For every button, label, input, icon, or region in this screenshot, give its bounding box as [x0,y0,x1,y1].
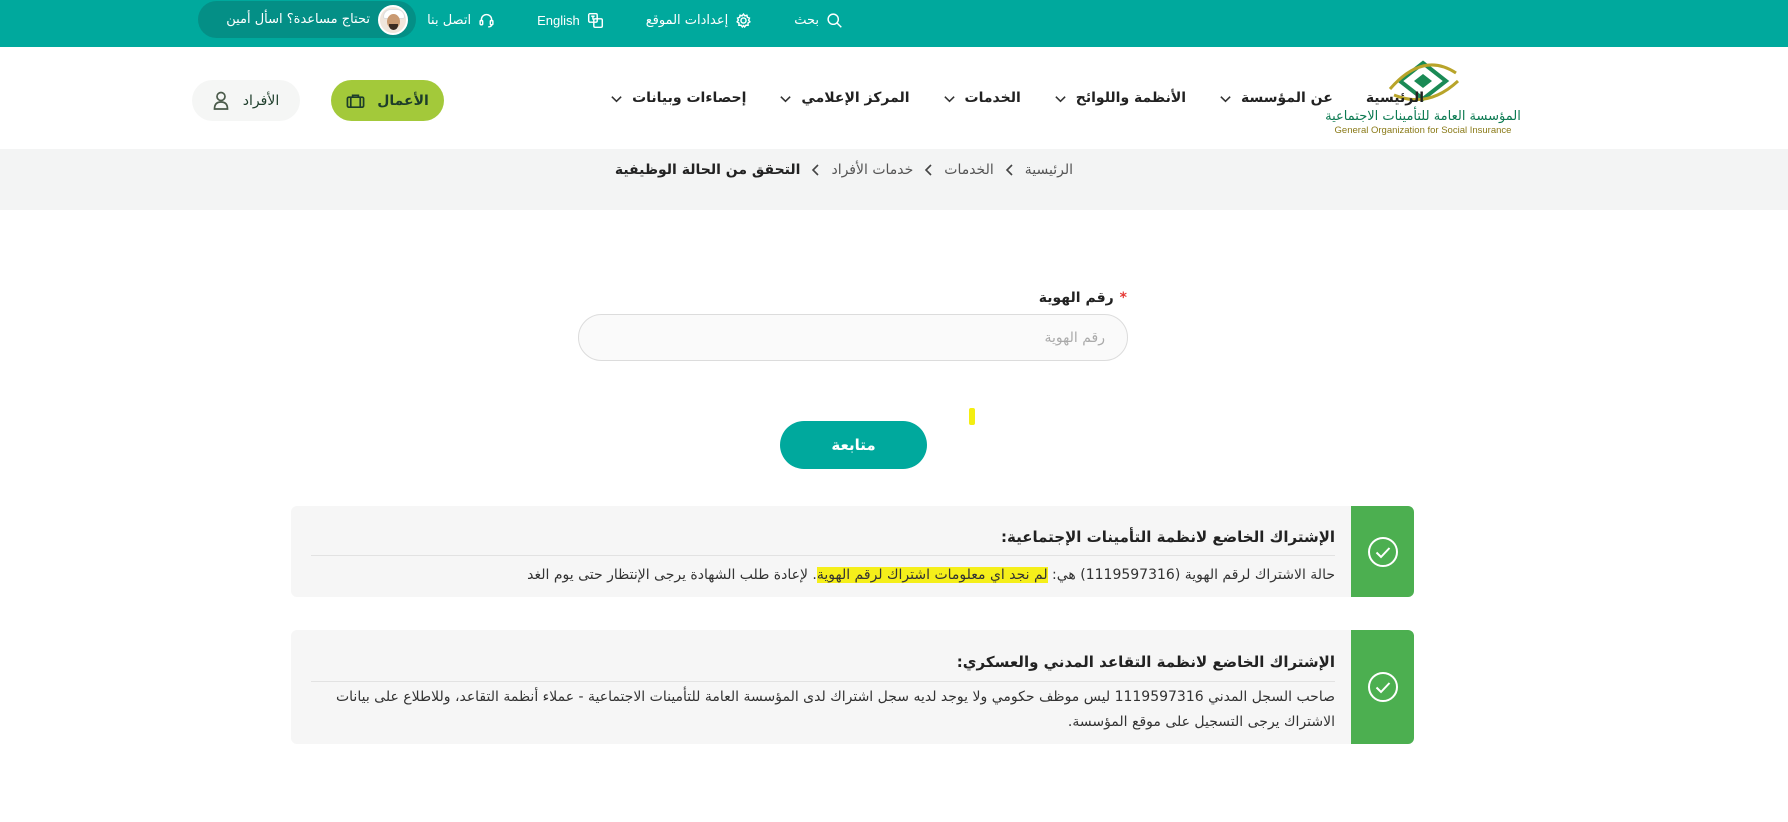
chevron-left-icon [925,164,932,176]
chevron-left-icon [812,164,820,176]
result-card-civil-military-retirement: الإشتراك الخاضع لانظمة التقاعد المدني وا… [291,630,1414,744]
headset-icon [479,13,494,28]
ask-ameen-button[interactable]: تحتاج مساعدة؟ اسأل أمين [198,1,416,38]
card-text: حالة الاشتراك لرقم الهوية (1119597316) ه… [311,563,1335,588]
card-title: الإشتراك الخاضع لانظمة التقاعد المدني وا… [956,653,1335,671]
search-label: بحث [794,12,819,28]
breadcrumb: الرئيسية الخدمات خدمات الأفراد التحقق من… [615,149,1073,191]
card-title: الإشتراك الخاضع لانظمة التأمينات الإجتما… [1001,528,1335,546]
translate-icon [587,12,603,28]
chevron-down-icon [943,95,955,102]
breadcrumb-individual-services[interactable]: خدمات الأفراد [831,162,913,178]
contact-label: اتصل بنا [427,12,472,28]
required-mark: * [1119,290,1127,306]
nav-item-about[interactable]: عن المؤسسة [1219,90,1333,106]
nav-label: إحصاءات وبيانات [632,90,747,106]
card-divider [311,681,1335,682]
nav-label: الخدمات [964,90,1021,106]
chevron-down-icon [1220,95,1231,102]
contact-link[interactable]: اتصل بنا [427,12,495,29]
breadcrumb-bar: الرئيسية الخدمات خدمات الأفراد التحقق من… [0,149,1788,210]
id-number-label: * رقم الهوية [1039,290,1127,306]
business-button[interactable]: الأعمال [331,80,444,121]
chevron-left-icon [1005,164,1013,176]
check-circle-icon [1367,672,1398,702]
card-divider [311,555,1335,556]
nav-item-media-center[interactable]: المركز الإعلامي [779,90,910,106]
top-links: بحث إعدادات الموقع English اتصل بنا [427,0,843,40]
card-text-after: . لإعادة طلب الشهادة يرجى الإنتظار حتى ي… [527,567,817,583]
check-circle-icon [1367,536,1398,567]
result-card-social-insurance: الإشتراك الخاضع لانظمة التأمينات الإجتما… [291,506,1414,597]
language-label: English [537,12,580,28]
individuals-button[interactable]: الأفراد [192,80,300,121]
chevron-down-icon [611,95,622,102]
card-text-highlight: لم نجد اي معلومات اشتراك لرقم الهوية [816,567,1048,583]
language-link[interactable]: English [537,12,604,29]
assistant-avatar [378,4,408,35]
card-status-strip [1351,506,1414,597]
breadcrumb-home[interactable]: الرئيسية [1025,162,1073,178]
user-icon [213,91,229,110]
id-number-label-text: رقم الهوية [1038,290,1114,306]
nav-label: عن المؤسسة [1241,90,1333,106]
breadcrumb-current: التحقق من الحالة الوظيفية [614,162,801,178]
highlight-cursor [969,408,975,425]
card-text: صاحب السجل المدني 1119597316 ليس موظف حك… [335,689,1335,730]
nav-label: المركز الإعلامي [801,90,910,106]
main-header: المؤسسة العامة للتأمينات الاجتماعية Gene… [0,47,1788,149]
top-bar: بحث إعدادات الموقع English اتصل بنا تحتا… [0,0,1788,47]
chevron-down-icon [1055,95,1066,102]
nav-item-home[interactable]: الرئيسية [1366,90,1424,106]
main-nav: الرئيسية عن المؤسسة الأنظمة واللوائح الخ… [610,47,1424,149]
breadcrumb-services[interactable]: الخدمات [944,162,994,178]
briefcase-icon [346,93,365,108]
site-settings-link[interactable]: إعدادات الموقع [646,12,753,29]
search-link[interactable]: بحث [794,12,843,29]
nav-item-services[interactable]: الخدمات [943,90,1021,106]
id-number-input[interactable] [578,314,1128,361]
ask-ameen-label: تحتاج مساعدة؟ اسأل أمين [226,12,370,27]
card-status-strip [1351,630,1414,744]
search-icon [827,12,842,28]
business-label: الأعمال [377,92,429,109]
nav-item-statistics[interactable]: إحصاءات وبيانات [610,90,746,106]
nav-label: الرئيسية [1365,90,1424,106]
nav-label: الأنظمة واللوائح [1075,90,1187,106]
gear-icon [736,12,752,28]
site-settings-label: إعدادات الموقع [645,12,729,28]
individuals-label: الأفراد [242,92,280,109]
nav-item-regulations[interactable]: الأنظمة واللوائح [1054,90,1186,106]
card-text-before: حالة الاشتراك لرقم الهوية (1119597316) ه… [1047,567,1335,583]
chevron-down-icon [780,95,792,102]
continue-button[interactable]: متابعة [780,421,927,469]
